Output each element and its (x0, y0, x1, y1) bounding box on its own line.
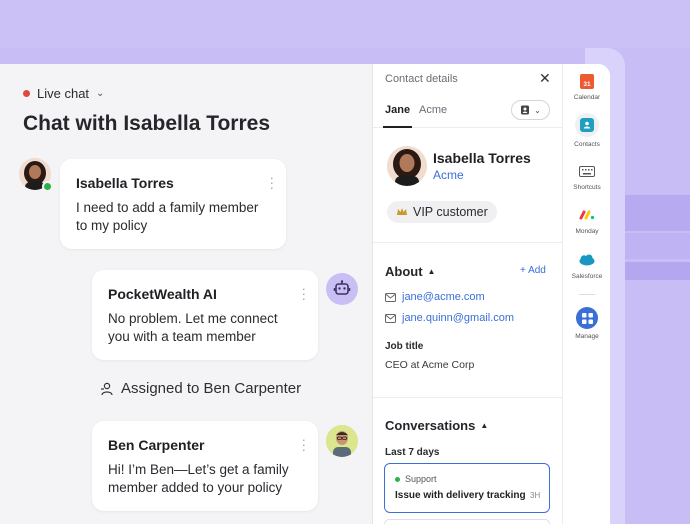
monday-logo-icon (578, 206, 596, 224)
message-text: I need to add a family member to my poli… (76, 200, 259, 233)
conversation-card[interactable] (384, 519, 550, 524)
rail-item-salesforce[interactable]: Salesforce (563, 251, 610, 280)
vip-label: VIP customer (413, 205, 488, 219)
contact-view-select[interactable]: ⌄ (511, 100, 550, 120)
keyboard-icon (578, 162, 596, 180)
app-rail: 31 Calendar Contacts Shortcuts Monday Sa… (562, 64, 610, 524)
robot-icon (333, 280, 351, 295)
assignment-text: Assigned to Ben Carpenter (121, 380, 302, 397)
assignment-notice: Assigned to Ben Carpenter (100, 380, 301, 397)
contact-company-link[interactable]: Acme (433, 168, 464, 182)
chevron-down-icon: ⌄ (534, 105, 541, 115)
conversations-section-toggle[interactable]: Conversations ▲ (385, 418, 488, 433)
contacts-icon (580, 118, 594, 132)
rail-item-contacts[interactable]: Contacts (563, 113, 610, 148)
rail-label: Shortcuts (573, 184, 601, 191)
crown-icon (397, 208, 407, 215)
live-status-dot (23, 90, 30, 97)
rail-item-shortcuts[interactable]: Shortcuts (563, 162, 610, 191)
contact-details-panel: Contact details ✕ Jane Acme ⌄ Isabella T… (373, 64, 562, 524)
about-section-toggle[interactable]: About ▲ (385, 264, 435, 279)
message-bubble: PocketWealth AI No problem. Let me conne… (92, 270, 318, 360)
job-title-label: Job title (385, 341, 424, 352)
message-sender: Isabella Torres (76, 175, 174, 191)
tab-jane[interactable]: Jane (382, 104, 413, 128)
caret-up-icon: ▲ (480, 421, 489, 430)
more-options-icon[interactable]: · · · (302, 433, 306, 456)
rail-item-manage[interactable]: Manage (563, 307, 610, 340)
contact-tabs: Jane Acme ⌄ (373, 94, 562, 128)
contact-avatar (387, 146, 427, 186)
divider (373, 242, 562, 243)
email-row[interactable]: jane.quinn@gmail.com (385, 312, 514, 324)
rail-item-calendar[interactable]: 31 Calendar (563, 72, 610, 101)
conversations-title: Conversations (385, 418, 476, 433)
conversation-time: 3H (530, 491, 541, 500)
message-sender: PocketWealth AI (108, 286, 217, 302)
email-row[interactable]: jane@acme.com (385, 291, 485, 303)
caret-up-icon: ▲ (427, 267, 436, 276)
panel-header: Contact details (385, 73, 458, 85)
email-value: jane@acme.com (402, 291, 485, 303)
channel-selector[interactable]: Live chat ⌄ (23, 86, 104, 101)
agent-avatar (326, 425, 358, 457)
assign-user-icon (101, 382, 113, 395)
more-options-icon[interactable]: · · · (302, 282, 306, 305)
about-title: About (385, 264, 423, 279)
job-title-value: CEO at Acme Corp (385, 359, 475, 371)
chat-panel: Live chat ⌄ Chat with Isabella Torres Is… (0, 64, 373, 524)
rail-divider (579, 294, 595, 295)
chevron-down-icon: ⌄ (96, 88, 105, 99)
rail-label: Calendar (573, 94, 601, 101)
rail-label: Contacts (574, 141, 600, 148)
contact-name: Isabella Torres (433, 150, 531, 166)
online-status-dot (42, 181, 53, 192)
vip-badge: VIP customer (387, 201, 497, 223)
rail-label: Salesforce (571, 273, 603, 280)
bot-avatar (326, 273, 358, 305)
close-icon[interactable]: ✕ (539, 70, 551, 87)
period-label: Last 7 days (385, 447, 440, 458)
mail-icon (385, 313, 396, 323)
message-bubble: Isabella Torres I need to add a family m… (60, 159, 286, 249)
contact-card-icon (521, 105, 530, 115)
grid-icon (576, 307, 598, 329)
channel-label: Live chat (37, 86, 90, 101)
conversation-status: Support (395, 474, 437, 484)
message-text: No problem. Let me connect you with a te… (108, 311, 278, 344)
chat-title: Chat with Isabella Torres (23, 112, 271, 135)
mail-icon (385, 292, 396, 302)
email-value: jane.quinn@gmail.com (402, 312, 515, 324)
tab-acme[interactable]: Acme (419, 104, 447, 116)
divider (373, 397, 562, 398)
rail-label: Monday (575, 228, 599, 235)
background-band (0, 0, 690, 48)
status-label: Support (405, 474, 437, 484)
app-window: Live chat ⌄ Chat with Isabella Torres Is… (0, 64, 610, 524)
add-button[interactable]: + Add (520, 265, 546, 276)
message-bubble: Ben Carpenter Hi! I’m Ben—Let’s get a fa… (92, 421, 318, 511)
more-options-icon[interactable]: · · · (270, 171, 274, 194)
rail-item-monday[interactable]: Monday (563, 206, 610, 235)
status-dot (395, 476, 400, 482)
salesforce-cloud-icon (578, 251, 596, 269)
conversation-title: Issue with delivery tracking (395, 490, 526, 501)
message-sender: Ben Carpenter (108, 437, 205, 453)
conversation-card[interactable]: Support Issue with delivery tracking 3H (384, 463, 550, 513)
message-text: Hi! I’m Ben—Let’s get a family member ad… (108, 462, 289, 495)
calendar-icon: 31 (580, 73, 594, 89)
rail-label: Manage (575, 333, 599, 340)
